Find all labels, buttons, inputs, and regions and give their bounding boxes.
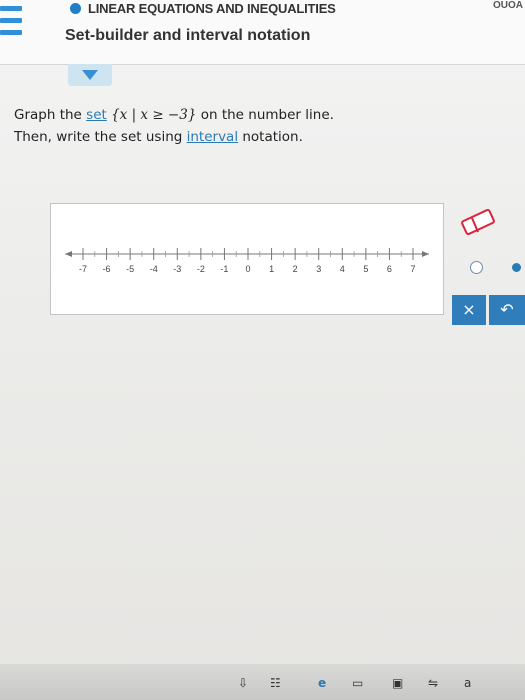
tick-label: 2 bbox=[293, 264, 298, 274]
eraser-icon[interactable] bbox=[458, 207, 498, 239]
question-suffix: on the number line. bbox=[196, 107, 334, 123]
question-line2-prefix: Then, write the set using bbox=[14, 129, 187, 145]
number-line-panel[interactable]: -7 -6 -5 -4 -3 -2 -1 0 1 2 3 4 5 6 7 bbox=[50, 203, 444, 315]
question-line2-suffix: notation. bbox=[238, 129, 303, 145]
taskbar-item-amazon[interactable]: a bbox=[464, 676, 471, 690]
tick-label: -1 bbox=[220, 264, 228, 274]
taskbar-item-edge[interactable]: e bbox=[318, 676, 326, 690]
topic-title: LINEAR EQUATIONS AND INEQUALITIES bbox=[88, 1, 336, 16]
interval-link[interactable]: interval bbox=[187, 129, 238, 145]
question-text: Graph the set {x | x ≥ −3} on the number… bbox=[14, 104, 334, 148]
topic-status-dot bbox=[70, 3, 81, 14]
tick-label: 6 bbox=[387, 264, 392, 274]
chevron-down-icon bbox=[82, 70, 98, 80]
taskbar-item-dropbox[interactable]: ⇋ bbox=[428, 676, 438, 690]
collapse-tab-button[interactable] bbox=[68, 64, 112, 86]
question-prefix: Graph the bbox=[14, 107, 87, 123]
tick-label: 7 bbox=[410, 264, 415, 274]
tick-label: -2 bbox=[197, 264, 205, 274]
open-circle-icon[interactable] bbox=[470, 261, 483, 274]
graph-tools: × ↶ bbox=[452, 203, 525, 325]
question-line-1: Graph the set {x | x ≥ −3} on the number… bbox=[14, 104, 334, 126]
tick-label: 0 bbox=[245, 264, 250, 274]
taskbar-item-download[interactable]: ⇩ bbox=[238, 676, 248, 690]
tick-label: -7 bbox=[79, 264, 87, 274]
corner-text: OUOA bbox=[493, 0, 523, 11]
tick-label: 4 bbox=[340, 264, 345, 274]
topic-header: LINEAR EQUATIONS AND INEQUALITIES Set-bu… bbox=[0, 0, 525, 65]
tick-label: -4 bbox=[150, 264, 158, 274]
tick-label: 1 bbox=[269, 264, 274, 274]
number-line[interactable]: -7 -6 -5 -4 -3 -2 -1 0 1 2 3 4 5 6 7 bbox=[51, 204, 443, 314]
left-arrow-icon bbox=[65, 251, 72, 257]
topic-subtitle: Set-builder and interval notation bbox=[65, 27, 311, 44]
tick-label: -5 bbox=[126, 264, 134, 274]
question-line-2: Then, write the set using interval notat… bbox=[14, 126, 334, 148]
tick-label: 5 bbox=[363, 264, 368, 274]
tick-label: -6 bbox=[103, 264, 111, 274]
menu-icon[interactable] bbox=[0, 6, 22, 46]
clear-button[interactable]: × bbox=[452, 295, 486, 325]
undo-button[interactable]: ↶ bbox=[489, 295, 525, 325]
taskbar-item-folder[interactable]: ▭ bbox=[352, 676, 363, 690]
set-expression: {x | x ≥ −3} bbox=[111, 107, 197, 123]
taskbar-item-store[interactable]: ▣ bbox=[392, 676, 403, 690]
set-link[interactable]: set bbox=[86, 107, 107, 123]
right-arrow-icon bbox=[422, 251, 429, 257]
tick-label: 3 bbox=[316, 264, 321, 274]
tick-label: -3 bbox=[173, 264, 181, 274]
closed-circle-icon[interactable] bbox=[512, 263, 521, 272]
taskbar: ⇩ ☷ e ▭ ▣ ⇋ a bbox=[0, 664, 525, 700]
taskbar-item-taskview[interactable]: ☷ bbox=[270, 676, 281, 690]
